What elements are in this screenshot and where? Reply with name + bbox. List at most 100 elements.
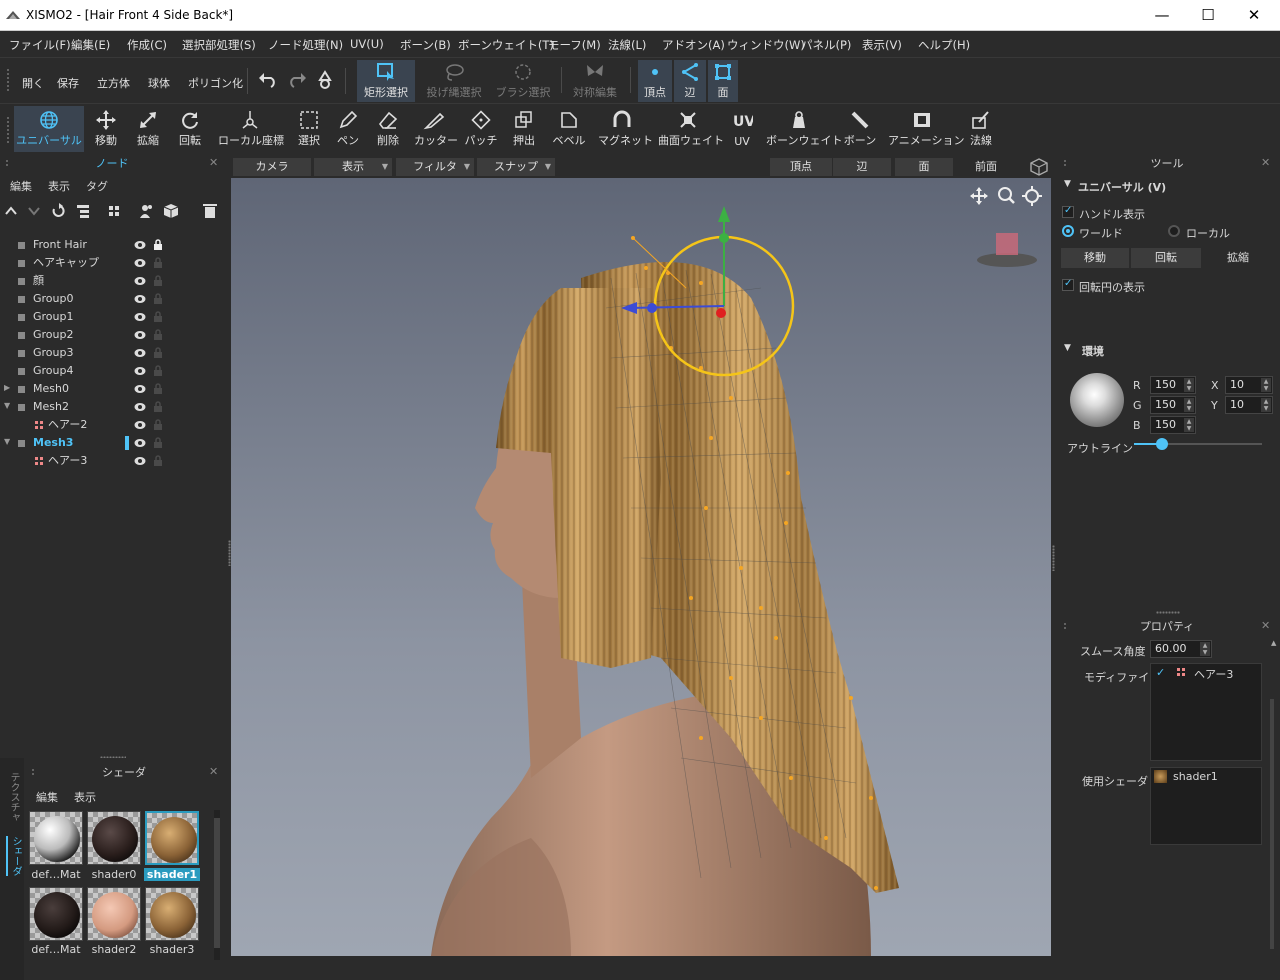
rect-select-button[interactable]: 矩形選択 — [357, 60, 415, 102]
b-input[interactable]: 150 ▲ ▼ — [1150, 416, 1196, 434]
shader-tab-edit[interactable]: 編集 — [36, 789, 58, 805]
tool-uv[interactable]: UV UV — [728, 106, 756, 152]
tool-select[interactable]: 選択 — [292, 106, 326, 152]
shader-thumb-selected[interactable] — [145, 811, 199, 865]
shader-thumb[interactable] — [145, 887, 199, 941]
symmetric-edit-button[interactable]: 対称編集 — [568, 60, 622, 102]
node-row[interactable]: Group1 — [0, 308, 224, 326]
used-shader-list[interactable]: shader1 — [1150, 767, 1262, 845]
eye-icon[interactable] — [134, 240, 146, 250]
shader-thumb[interactable] — [29, 811, 83, 865]
shader-thumb[interactable] — [87, 811, 141, 865]
node-row[interactable]: Group3 — [0, 344, 224, 362]
close-button[interactable]: ✕ — [1232, 4, 1276, 26]
chevron-up-icon[interactable] — [4, 204, 18, 218]
lock-icon[interactable] — [153, 455, 163, 466]
tool-bone[interactable]: ボーン — [842, 106, 878, 152]
panel-splitter[interactable] — [1052, 545, 1055, 571]
cube-button[interactable]: 立方体 — [97, 75, 130, 91]
shader-thumb[interactable] — [87, 887, 141, 941]
outline-slider-track[interactable] — [1134, 438, 1262, 450]
maximize-button[interactable]: ☐ — [1186, 4, 1230, 26]
modifier-list[interactable]: ✓ ヘアー3 — [1150, 663, 1262, 761]
menu-selection[interactable]: 選択部処理(S) — [182, 37, 256, 53]
tool-scale[interactable]: 拡縮 — [130, 106, 166, 152]
save-button[interactable]: 保存 — [57, 75, 79, 91]
eye-icon[interactable] — [134, 294, 146, 304]
shader-tab[interactable]: シェーダ — [6, 836, 23, 876]
tool-cutter[interactable]: カッター — [414, 106, 458, 152]
3d-viewport[interactable] — [231, 178, 1051, 956]
lock-icon[interactable] — [153, 293, 163, 304]
menu-window[interactable]: ウィンドウ(W) — [727, 37, 805, 53]
eye-icon[interactable] — [134, 258, 146, 268]
eye-icon[interactable] — [134, 366, 146, 376]
eye-icon[interactable] — [134, 348, 146, 358]
used-shader-item[interactable]: shader1 — [1173, 770, 1218, 783]
menu-morph[interactable]: モーフ(M) — [548, 37, 601, 53]
lock-icon[interactable] — [153, 401, 163, 412]
menu-node[interactable]: ノード処理(N) — [268, 37, 343, 53]
menu-bone[interactable]: ボーン(B) — [400, 37, 451, 53]
tool-delete[interactable]: 削除 — [370, 106, 406, 152]
eye-icon[interactable] — [134, 330, 146, 340]
tool-pen[interactable]: ペン — [332, 106, 364, 152]
polygonize-button[interactable]: ポリゴン化 — [188, 75, 243, 91]
face-filter-button[interactable]: 面 — [895, 158, 953, 176]
r-input[interactable]: 150 ▲ ▼ — [1150, 376, 1196, 394]
texture-tab[interactable]: テクスチャ — [6, 772, 21, 822]
menu-normal[interactable]: 法線(L) — [608, 37, 646, 53]
eye-icon[interactable] — [134, 438, 146, 448]
people-icon[interactable] — [139, 203, 155, 219]
undo-icon[interactable] — [258, 72, 278, 88]
eye-icon[interactable] — [134, 384, 146, 394]
lock-icon[interactable] — [153, 311, 163, 322]
shader-thumb[interactable] — [29, 887, 83, 941]
scrollbar[interactable] — [214, 810, 220, 960]
world-radio[interactable] — [1062, 225, 1074, 237]
eye-icon[interactable] — [134, 402, 146, 412]
node-row[interactable]: ヘアー2 — [0, 416, 224, 434]
collapse-arrow-icon[interactable]: ▼ — [1064, 343, 1071, 353]
x-input[interactable]: 10 ▲ ▼ — [1225, 376, 1273, 394]
scene-render[interactable] — [231, 178, 1051, 956]
lock-icon[interactable] — [153, 329, 163, 340]
shader-tab-view[interactable]: 表示 — [74, 789, 96, 805]
move-mode-button[interactable]: 移動 — [1061, 248, 1129, 268]
tool-surface-weight[interactable]: 曲面ウェイト — [658, 106, 724, 152]
lock-icon[interactable] — [153, 419, 163, 430]
close-icon[interactable]: ✕ — [209, 766, 219, 777]
menu-uv[interactable]: UV(U) — [350, 37, 384, 51]
tool-move[interactable]: 移動 — [88, 106, 124, 152]
menu-help[interactable]: ヘルプ(H) — [918, 37, 970, 53]
tool-patch[interactable]: パッチ — [462, 106, 500, 152]
modifier-check-icon[interactable]: ✓ — [1156, 666, 1165, 679]
smooth-angle-input[interactable]: 60.00 ▲ ▼ — [1150, 640, 1212, 658]
tool-bone-weight[interactable]: ボーンウェイト — [766, 106, 842, 152]
menu-addon[interactable]: アドオン(A) — [662, 37, 725, 53]
rotate-mode-button[interactable]: 回転 — [1131, 248, 1201, 268]
node-tab-tag[interactable]: タグ — [86, 178, 108, 194]
close-icon[interactable]: ✕ — [209, 157, 219, 168]
collapse-arrow-icon[interactable]: ▼ — [4, 438, 12, 446]
light-sphere[interactable] — [1070, 373, 1124, 427]
menu-edit[interactable]: 編集(E) — [71, 37, 110, 53]
node-row[interactable]: ヘアキャップ — [0, 254, 224, 272]
vertex-filter-button[interactable]: 頂点 — [770, 158, 832, 176]
tool-normal[interactable]: 法線 — [964, 106, 998, 152]
eye-icon[interactable] — [134, 420, 146, 430]
front-view-button[interactable]: 前面 — [956, 158, 1016, 176]
panel-splitter[interactable] — [228, 540, 231, 566]
menu-file[interactable]: ファイル(F) — [9, 37, 71, 53]
sphere-button[interactable]: 球体 — [148, 75, 170, 91]
scale-mode-button[interactable]: 拡縮 — [1203, 248, 1273, 268]
rotation-circle-checkbox[interactable] — [1062, 278, 1074, 291]
toolbar-grip[interactable] — [6, 116, 10, 144]
lock-icon[interactable] — [153, 437, 163, 448]
node-row[interactable]: Group4 — [0, 362, 224, 380]
node-tab-edit[interactable]: 編集 — [10, 178, 32, 194]
panel-splitter[interactable] — [1156, 611, 1180, 614]
node-tab-view[interactable]: 表示 — [48, 178, 70, 194]
lock-icon[interactable] — [153, 383, 163, 394]
edge-filter-button[interactable]: 辺 — [833, 158, 891, 176]
